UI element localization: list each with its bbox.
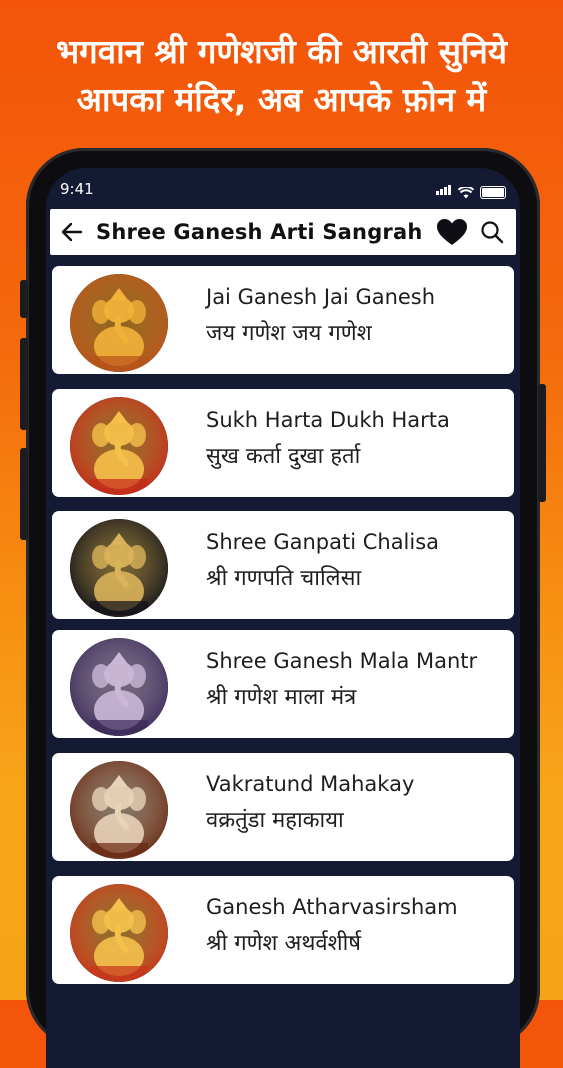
item-title-hindi: सुख कर्ता दुखा हर्ता [206, 444, 361, 469]
item-title-hindi: श्री गणेश अथर्वशीर्ष [206, 931, 361, 956]
wifi-icon [458, 187, 474, 199]
search-icon[interactable] [472, 209, 512, 255]
item-title-english: Jai Ganesh Jai Ganesh [206, 285, 436, 309]
phone-volume-down [20, 448, 28, 540]
app-bar: Shree Ganesh Arti Sangrah [50, 209, 516, 255]
item-title-hindi: वक्रतुंडा महाकाया [206, 808, 344, 833]
item-text-group: Jai Ganesh Jai Ganesh जय गणेश जय गणेश [206, 280, 508, 354]
app-title: Shree Ganesh Arti Sangrah [96, 220, 423, 244]
arti-list-item[interactable]: Jai Ganesh Jai Ganesh जय गणेश जय गणेश [52, 266, 514, 374]
promo-line-2: आपका मंदिर, अब आपके फ़ोन में [76, 80, 487, 119]
item-text-group: Shree Ganpati Chalisa श्री गणपति चालिसा [206, 525, 508, 599]
arti-list-item[interactable]: Shree Ganpati Chalisa श्री गणपति चालिसा [52, 511, 514, 619]
item-text-group: Shree Ganesh Mala Mantr श्री गणेश माला मं… [206, 644, 508, 718]
phone-frame: 9:41 Shree Ganesh Arti Sangrah Jai Ganes… [20, 148, 546, 1068]
item-text-group: Ganesh Atharvasirsham श्री गणेश अथर्वशीर्… [206, 890, 508, 964]
promo-heading: भगवान श्री गणेशजी की आरती सुनिये आपका मं… [0, 28, 563, 124]
item-title-english: Ganesh Atharvasirsham [206, 895, 458, 919]
item-title-english: Shree Ganpati Chalisa [206, 530, 440, 554]
arti-list-item[interactable]: Ganesh Atharvasirsham श्री गणेश अथर्वशीर्… [52, 876, 514, 984]
item-title-english: Vakratund Mahakay [206, 772, 415, 796]
arti-list-item[interactable]: Shree Ganesh Mala Mantr श्री गणेश माला मं… [52, 630, 514, 738]
item-text-group: Vakratund Mahakay वक्रतुंडा महाकाया [206, 767, 508, 841]
status-bar: 9:41 [46, 168, 520, 208]
signal-icon [436, 180, 452, 199]
item-title-hindi: श्री गणपति चालिसा [206, 566, 362, 591]
heart-icon[interactable] [432, 209, 472, 255]
ganesh-thumbnail [70, 397, 168, 495]
phone-mute-switch [20, 280, 28, 318]
arti-list-item[interactable]: Sukh Harta Dukh Harta सुख कर्ता दुखा हर्त… [52, 389, 514, 497]
promo-line-1: भगवान श्री गणेशजी की आरती सुनिये [55, 32, 508, 71]
item-title-hindi: श्री गणेश माला मंत्र [206, 685, 357, 710]
item-title-hindi: जय गणेश जय गणेश [206, 321, 372, 346]
ganesh-thumbnail [70, 519, 168, 617]
phone-screen: 9:41 Shree Ganesh Arti Sangrah Jai Ganes… [46, 168, 520, 1068]
status-time: 9:41 [60, 180, 94, 198]
item-title-english: Shree Ganesh Mala Mantr [206, 649, 478, 673]
phone-power-button [538, 384, 546, 502]
battery-icon [480, 186, 506, 199]
ganesh-thumbnail [70, 884, 168, 982]
item-title-english: Sukh Harta Dukh Harta [206, 408, 450, 432]
ganesh-thumbnail [70, 274, 168, 372]
arrow-left-icon[interactable] [54, 209, 90, 255]
ganesh-thumbnail [70, 761, 168, 859]
phone-volume-up [20, 338, 28, 430]
ganesh-thumbnail [70, 638, 168, 736]
arti-list-item[interactable]: Vakratund Mahakay वक्रतुंडा महाकाया [52, 753, 514, 861]
status-icons [436, 180, 506, 199]
item-text-group: Sukh Harta Dukh Harta सुख कर्ता दुखा हर्त… [206, 403, 508, 477]
